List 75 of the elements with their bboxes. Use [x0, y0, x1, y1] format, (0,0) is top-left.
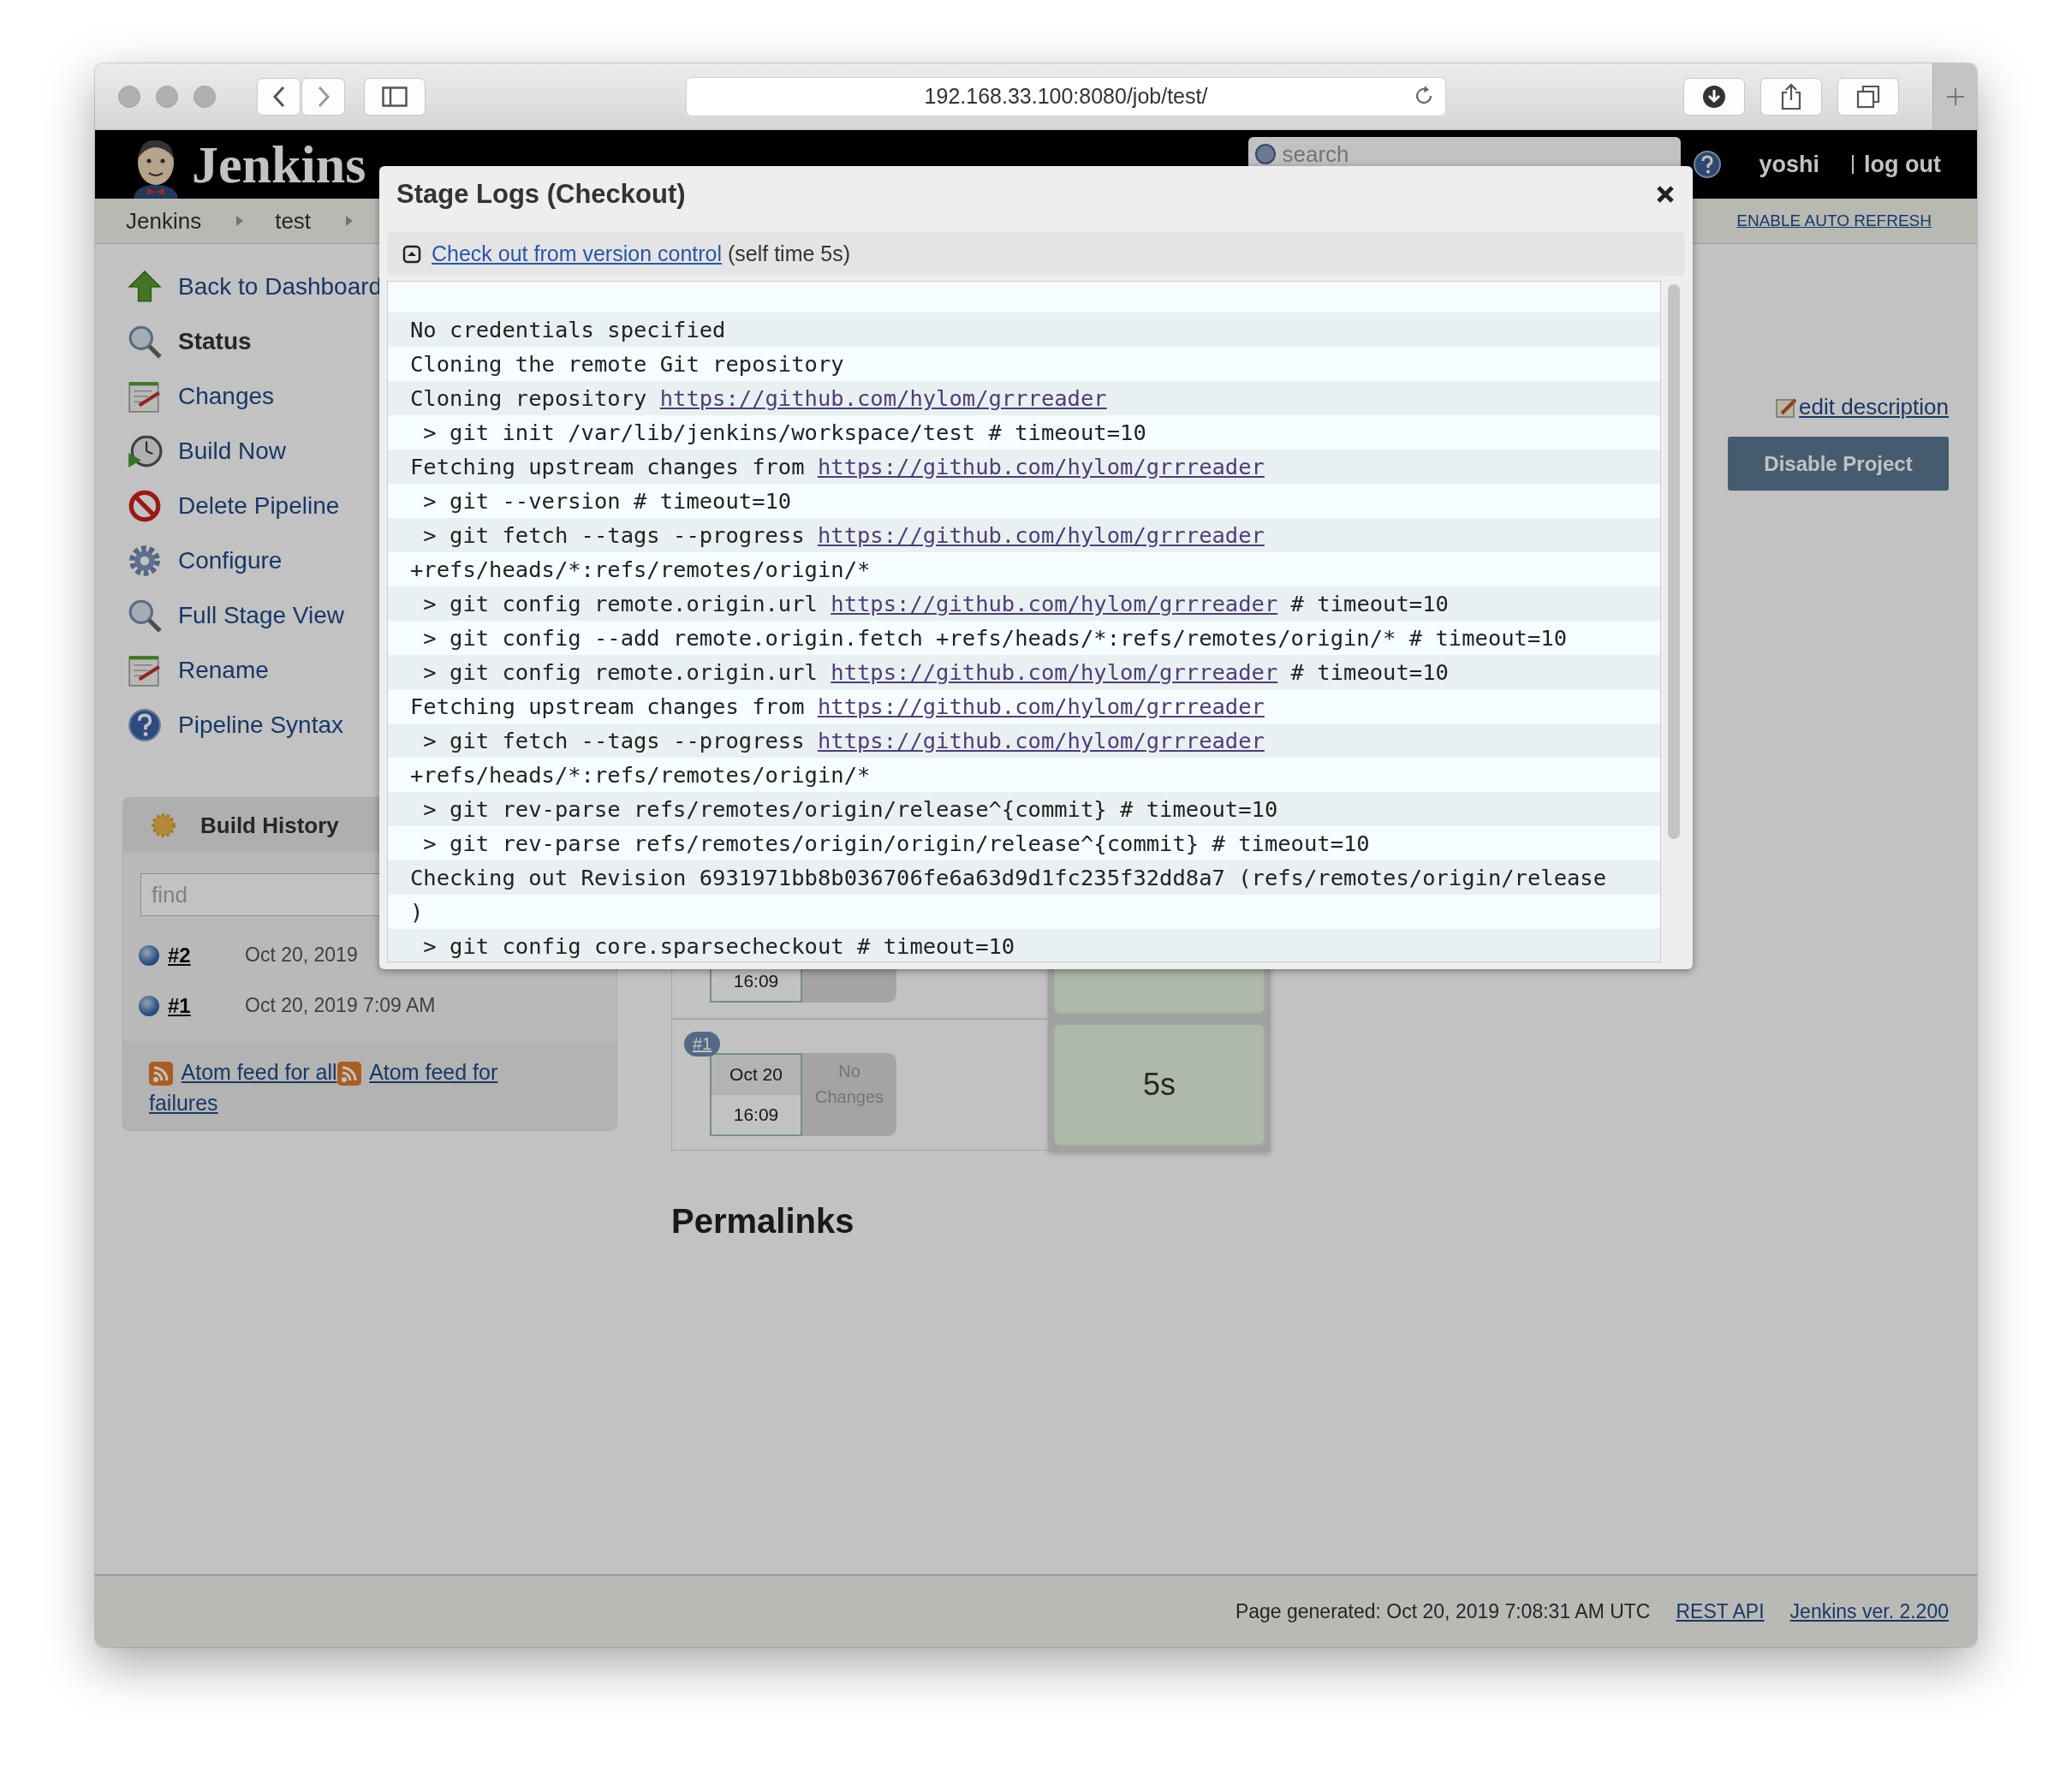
step-summary: Check out from version control (self time 5s) [432, 241, 851, 266]
log-line: > git --version # timeout=10 [422, 487, 793, 515]
close-icon [1655, 184, 1676, 205]
magnifier-icon [127, 598, 163, 634]
auto-refresh-link[interactable]: ENABLE AUTO REFRESH [1736, 211, 1932, 230]
step-link[interactable]: Check out from version control [432, 241, 723, 265]
log-line: > git config --add remote.origin.fetch +refs/heads/*:refs/remotes/origin/* # timeout=10 [422, 624, 1568, 652]
version-link[interactable]: Jenkins ver. 2.200 [1789, 1599, 1949, 1623]
log-link[interactable]: https://github.com/hylom/grrreader [817, 522, 1265, 548]
feed-link[interactable]: Atom feed for all [181, 1060, 337, 1084]
back-chevron-icon [271, 84, 287, 109]
clock-icon [127, 433, 163, 469]
share-button[interactable] [1760, 77, 1822, 116]
sidebar-link[interactable]: Delete Pipeline [178, 492, 340, 520]
log-link[interactable]: https://github.com/hylom/grrreader [817, 694, 1265, 719]
address-bar[interactable]: 192.168.33.100:8080/job/test/ [686, 76, 1446, 116]
sidebar-link[interactable]: Build Now [178, 438, 287, 465]
up-arrow-icon [127, 269, 163, 305]
downloads-button[interactable] [1683, 77, 1745, 116]
share-icon [1780, 82, 1802, 110]
status-ball-icon [139, 995, 159, 1016]
permalinks-heading: Permalinks [671, 1202, 855, 1241]
log-line: Fetching upstream changes from https://github.com/hylom/grrreader [409, 693, 1265, 721]
gear-icon [127, 543, 163, 579]
rest-api-link[interactable]: REST API [1676, 1599, 1765, 1623]
disable-project-button[interactable]: Disable Project [1728, 437, 1949, 491]
rss-icon[interactable] [149, 1062, 173, 1086]
build-history-title: Build History [200, 812, 339, 839]
log-line: +refs/heads/*:refs/remotes/origin/* [409, 556, 872, 584]
close-button[interactable] [1655, 184, 1676, 205]
download-icon [1701, 83, 1727, 110]
dialog-title: Stage Logs (Checkout) [396, 179, 686, 210]
sidebar-link[interactable]: Status [178, 328, 252, 355]
plus-icon [1944, 86, 1966, 107]
tabs-icon [1856, 84, 1880, 109]
build-date: Oct 20, 2019 7:09 AM [245, 994, 436, 1017]
run-date: Oct 20 [712, 1055, 801, 1095]
log-link[interactable]: https://github.com/hylom/grrreader [831, 659, 1278, 685]
sidebar-toggle-button[interactable] [364, 77, 426, 116]
log-link[interactable]: https://github.com/hylom/grrreader [831, 591, 1278, 616]
stage-duration-cell[interactable]: 5s [1053, 1023, 1265, 1146]
user-link[interactable]: yoshi [1759, 151, 1820, 178]
log-line: +refs/heads/*:refs/remotes/origin/* [409, 761, 872, 789]
breadcrumb-link[interactable]: test [275, 207, 312, 235]
sidebar-icon [382, 86, 408, 107]
build-date: Oct 20, 2019 [245, 944, 358, 967]
log-link[interactable]: https://github.com/hylom/grrreader [659, 385, 1107, 411]
sidebar-link[interactable]: Configure [178, 547, 283, 574]
tabs-button[interactable] [1837, 77, 1899, 116]
collapse-icon[interactable] [402, 244, 421, 264]
magnifier-icon [127, 324, 163, 360]
build-number-link[interactable]: #2 [168, 943, 245, 967]
sun-icon [151, 813, 176, 838]
sidebar-link[interactable]: Full Stage View [178, 602, 345, 629]
sidebar-link[interactable]: Changes [178, 383, 275, 410]
prohibited-icon [127, 488, 163, 524]
help-icon [127, 707, 163, 743]
url-text: 192.168.33.100:8080/job/test/ [924, 84, 1208, 109]
log-link[interactable]: https://github.com/hylom/grrreader [817, 454, 1265, 479]
page-generated-text: Page generated: Oct 20, 2019 7:08:31 AM UTC [1235, 1599, 1651, 1623]
back-button[interactable] [257, 77, 301, 116]
log-line: Cloning the remote Git repository [409, 350, 845, 378]
sidebar-link[interactable]: Rename [178, 657, 269, 684]
sidebar-link[interactable]: Pipeline Syntax [178, 711, 343, 739]
log-line: > git rev-parse refs/remotes/origin/origin/release^{commit} # timeout=10 [422, 830, 1371, 858]
scrollbar-thumb[interactable] [1668, 284, 1680, 839]
help-icon[interactable] [1692, 150, 1722, 179]
breadcrumb-link[interactable]: Jenkins [126, 207, 202, 235]
edit-description-link[interactable]: edit description [1799, 394, 1949, 420]
jenkins-logo-text[interactable]: Jenkins [192, 130, 366, 199]
log-line: > git init /var/lib/jenkins/workspace/test # timeout=10 [422, 419, 1147, 447]
build-number-link[interactable]: #1 [168, 993, 245, 1018]
status-ball-icon [139, 944, 159, 966]
rss-icon[interactable] [336, 1062, 361, 1086]
log-link[interactable]: https://github.com/hylom/grrreader [817, 728, 1265, 753]
